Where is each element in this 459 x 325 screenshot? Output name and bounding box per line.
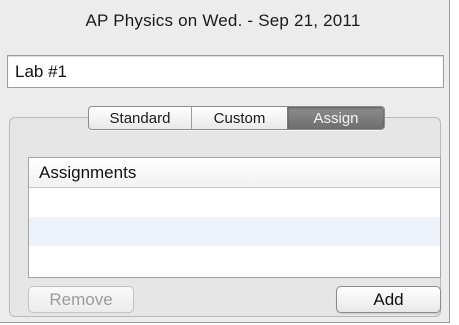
tab-custom[interactable]: Custom xyxy=(192,107,288,129)
name-input[interactable] xyxy=(7,55,444,88)
table-row[interactable] xyxy=(29,188,440,217)
table-row[interactable] xyxy=(29,217,440,246)
add-button[interactable]: Add xyxy=(336,286,441,313)
assignments-column-header[interactable]: Assignments xyxy=(29,158,440,188)
tab-assign[interactable]: Assign xyxy=(288,107,384,129)
tab-standard[interactable]: Standard xyxy=(89,107,192,129)
assignments-table[interactable]: Assignments xyxy=(28,157,441,278)
table-row[interactable] xyxy=(29,246,440,275)
remove-button[interactable]: Remove xyxy=(28,286,134,313)
assignment-panel: AP Physics on Wed. - Sep 21, 2011 Standa… xyxy=(0,0,450,323)
page-title: AP Physics on Wed. - Sep 21, 2011 xyxy=(85,11,361,30)
tab-bar: Standard Custom Assign xyxy=(88,106,385,130)
